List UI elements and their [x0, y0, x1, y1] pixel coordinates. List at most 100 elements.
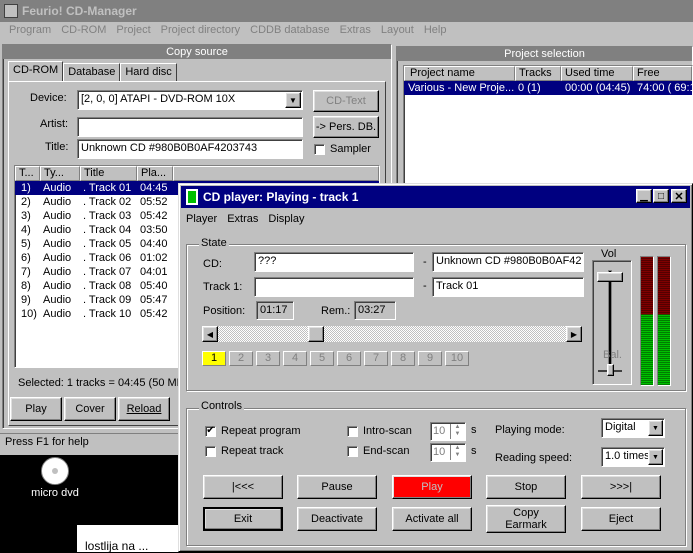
- player-menu-display[interactable]: Display: [263, 210, 309, 228]
- end-scan-checkbox[interactable]: [347, 445, 358, 457]
- track-number-buttons: 1 2 3 4 5 6 7 8 9 10: [202, 351, 469, 366]
- repeat-program-option[interactable]: ✔ Repeat program: [205, 425, 301, 437]
- balance-slider-thumb[interactable]: [607, 364, 614, 376]
- maximize-icon[interactable]: □: [653, 189, 669, 203]
- reload-button[interactable]: Reload: [118, 397, 170, 421]
- previous-track-button[interactable]: |<<<: [203, 475, 283, 499]
- player-menu-extras[interactable]: Extras: [222, 210, 263, 228]
- seek-bar[interactable]: ◀ ▶: [202, 326, 582, 342]
- seek-thumb[interactable]: [307, 326, 324, 342]
- track-row-type: Audio: [43, 182, 72, 194]
- menu-program[interactable]: Program: [0, 24, 56, 42]
- cover-button[interactable]: Cover: [64, 397, 116, 421]
- col-play-time[interactable]: Pla...: [137, 166, 173, 181]
- track-field[interactable]: [254, 277, 414, 297]
- track-row-title: . Track 02: [83, 196, 132, 208]
- playing-mode-select[interactable]: Digital ▼: [601, 418, 665, 438]
- position-value: 01:17: [256, 301, 294, 320]
- col-project-tracks[interactable]: Tracks: [515, 66, 561, 81]
- sampler-check-box[interactable]: [314, 143, 325, 155]
- tab-cdrom[interactable]: CD-ROM: [8, 61, 64, 81]
- menu-project[interactable]: Project: [111, 24, 155, 42]
- disc-icon: [41, 457, 69, 485]
- track-button-2[interactable]: 2: [229, 351, 253, 366]
- deactivate-button[interactable]: Deactivate: [297, 507, 377, 531]
- project-selection-title: Project selection: [397, 47, 692, 61]
- menu-help[interactable]: Help: [419, 24, 452, 42]
- app-icon: [4, 4, 18, 18]
- artist-label: Artist:: [40, 118, 69, 130]
- close-icon[interactable]: ✕: [671, 189, 687, 203]
- pause-button[interactable]: Pause: [297, 475, 377, 499]
- taskbar-fragment-text: lostlija na ...: [85, 539, 149, 553]
- repeat-program-checkbox[interactable]: ✔: [205, 425, 216, 437]
- end-scan-spin-icon[interactable]: ▲ ▼: [450, 445, 464, 460]
- tab-hard-disc[interactable]: Hard disc: [120, 63, 177, 81]
- intro-scan-spinner[interactable]: 10 ▲ ▼: [430, 422, 466, 441]
- track-button-9[interactable]: 9: [418, 351, 442, 366]
- intro-scan-spin-icon[interactable]: ▲ ▼: [450, 424, 464, 439]
- desktop-icon-micro-dvd[interactable]: micro dvd: [30, 455, 80, 499]
- track-button-7[interactable]: 7: [364, 351, 388, 366]
- repeat-track-checkbox[interactable]: [205, 445, 216, 457]
- volume-slider-thumb[interactable]: [597, 272, 623, 282]
- project-row-tracks: 0 (1): [518, 82, 541, 94]
- project-row[interactable]: Various - New Proje... 0 (1) 00:00 (04:4…: [404, 81, 692, 95]
- exit-button[interactable]: Exit: [203, 507, 283, 531]
- main-title-bar[interactable]: Feurio! CD-Manager: [0, 0, 693, 22]
- repeat-track-option[interactable]: Repeat track: [205, 445, 283, 457]
- track-button-3[interactable]: 3: [256, 351, 280, 366]
- seek-right-icon[interactable]: ▶: [566, 326, 582, 342]
- stop-button[interactable]: Stop: [486, 475, 566, 499]
- player-title-bar[interactable]: CD player: Playing - track 1 ▁ □ ✕: [181, 186, 690, 208]
- player-menu-player[interactable]: Player: [181, 210, 222, 228]
- artist-input[interactable]: [77, 117, 303, 137]
- cdtext-button[interactable]: CD-Text: [313, 90, 379, 112]
- track-button-5[interactable]: 5: [310, 351, 334, 366]
- tab-database[interactable]: Database: [63, 63, 121, 81]
- menu-cddb-database[interactable]: CDDB database: [245, 24, 335, 42]
- menu-layout[interactable]: Layout: [376, 24, 419, 42]
- intro-scan-option[interactable]: Intro-scan: [347, 425, 412, 437]
- track-button-4[interactable]: 4: [283, 351, 307, 366]
- menu-cdrom[interactable]: CD-ROM: [56, 24, 111, 42]
- play-button-main[interactable]: Play: [10, 397, 62, 421]
- track-button-8[interactable]: 8: [391, 351, 415, 366]
- cd-title-field[interactable]: Unknown CD #980B0B0AF42: [432, 252, 584, 272]
- track-button-1[interactable]: 1: [202, 351, 226, 366]
- sampler-checkbox[interactable]: Sampler: [314, 143, 371, 155]
- pers-db-button[interactable]: -> Pers. DB.: [313, 116, 379, 138]
- cd-field[interactable]: ???: [254, 252, 414, 272]
- reading-speed-select[interactable]: 1.0 times ▼: [601, 447, 665, 467]
- eject-button[interactable]: Eject: [581, 507, 661, 531]
- copy-earmark-button[interactable]: Copy Earmark: [486, 505, 566, 533]
- device-dropdown-icon[interactable]: ▼: [285, 92, 301, 108]
- col-track-no[interactable]: T...: [15, 166, 40, 181]
- end-scan-spinner[interactable]: 10 ▲ ▼: [430, 443, 466, 462]
- col-project-used[interactable]: Used time: [561, 66, 633, 81]
- intro-scan-checkbox[interactable]: [347, 425, 358, 437]
- title-input[interactable]: Unknown CD #980B0B0AF4203743: [77, 139, 303, 159]
- col-project-free[interactable]: Free: [633, 66, 692, 81]
- minimize-icon[interactable]: ▁: [636, 189, 652, 203]
- next-track-button[interactable]: >>>|: [581, 475, 661, 499]
- play-button[interactable]: Play: [392, 475, 472, 499]
- menu-project-directory[interactable]: Project directory: [156, 24, 245, 42]
- seek-left-icon[interactable]: ◀: [202, 326, 218, 342]
- track-row-time: 04:40: [140, 238, 168, 250]
- track-button-10[interactable]: 10: [445, 351, 469, 366]
- track-title-field[interactable]: Track 01: [432, 277, 584, 297]
- track-row-title: . Track 10: [83, 308, 132, 320]
- col-title[interactable]: Title: [80, 166, 137, 181]
- menu-extras[interactable]: Extras: [335, 24, 376, 42]
- balance-slider[interactable]: [598, 364, 622, 376]
- track-button-6[interactable]: 6: [337, 351, 361, 366]
- col-project-name[interactable]: Project name: [404, 66, 515, 81]
- playing-mode-dropdown-icon[interactable]: ▼: [648, 420, 663, 436]
- col-type[interactable]: Ty...: [40, 166, 80, 181]
- end-scan-option[interactable]: End-scan: [347, 445, 409, 457]
- activate-all-button[interactable]: Activate all: [392, 507, 472, 531]
- device-select[interactable]: [2, 0, 0] ATAPI - DVD-ROM 10X ▼: [77, 90, 303, 110]
- reading-speed-dropdown-icon[interactable]: ▼: [648, 449, 663, 465]
- track-row-type: Audio: [43, 308, 72, 320]
